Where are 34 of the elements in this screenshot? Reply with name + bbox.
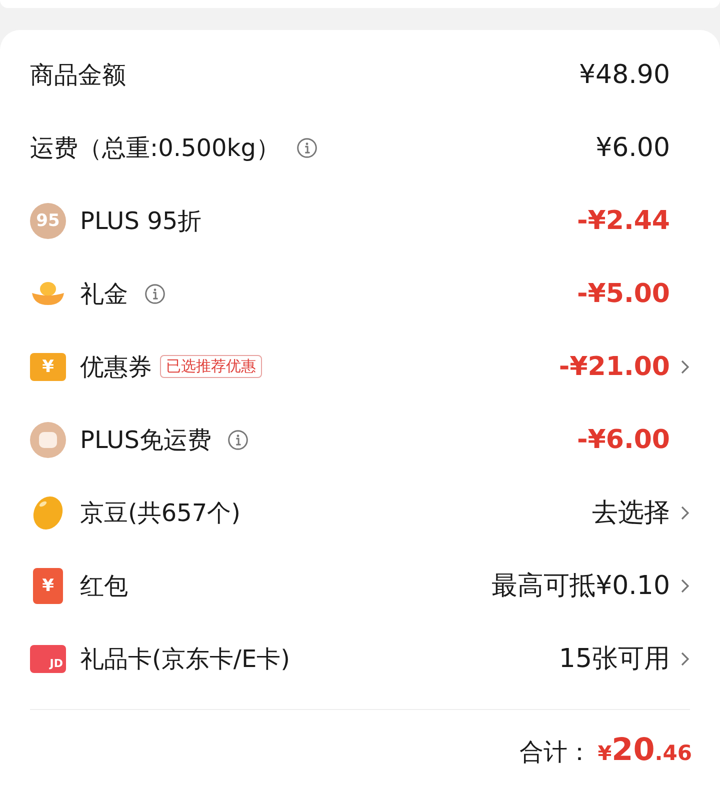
- chevron-icon[interactable]: [680, 578, 690, 594]
- total-currency: ¥: [598, 741, 612, 765]
- amount-value[interactable]: -¥21.00: [558, 352, 670, 382]
- chevron-icon[interactable]: [680, 358, 690, 374]
- amount-value: -¥6.00: [576, 424, 670, 454]
- total-decimal: .46: [654, 741, 692, 765]
- amount-value: ¥6.00: [596, 132, 670, 162]
- row-label: 礼金: [80, 278, 128, 310]
- promo-tag: 已选推荐优惠: [160, 355, 262, 378]
- amount-value: ¥48.90: [579, 60, 670, 90]
- chevron-icon[interactable]: [680, 650, 690, 666]
- row-label: 运费（总重:0.500kg）: [30, 132, 280, 164]
- row-label: 礼品卡(京东卡/E卡): [80, 644, 290, 674]
- row-label: 红包: [80, 570, 128, 602]
- amount-value: -¥2.44: [576, 206, 670, 236]
- info-icon[interactable]: [227, 428, 250, 450]
- amount-value[interactable]: 15张可用: [558, 641, 670, 676]
- gift-card-icon: JD: [30, 644, 66, 672]
- total-amount: 20: [612, 732, 655, 768]
- info-icon[interactable]: [296, 136, 318, 158]
- chevron-icon[interactable]: [680, 504, 690, 520]
- row-label: 京豆(共657个): [80, 498, 241, 528]
- amount-value: -¥5.00: [576, 278, 670, 308]
- total-label: 合计：: [520, 737, 592, 768]
- amount-value[interactable]: 最高可抵¥0.10: [492, 568, 670, 603]
- envelope-icon: ¥: [33, 568, 63, 604]
- info-icon[interactable]: [144, 282, 166, 304]
- row-label: PLUS 95折: [80, 206, 202, 236]
- row-label: 优惠券: [80, 352, 152, 382]
- row-label: PLUS免运费: [80, 424, 212, 456]
- row-label: 商品金额: [30, 60, 126, 90]
- coupon-icon: ¥: [30, 352, 66, 380]
- plus-badge-icon: 95: [30, 202, 66, 238]
- amount-value[interactable]: 去选择: [592, 495, 670, 530]
